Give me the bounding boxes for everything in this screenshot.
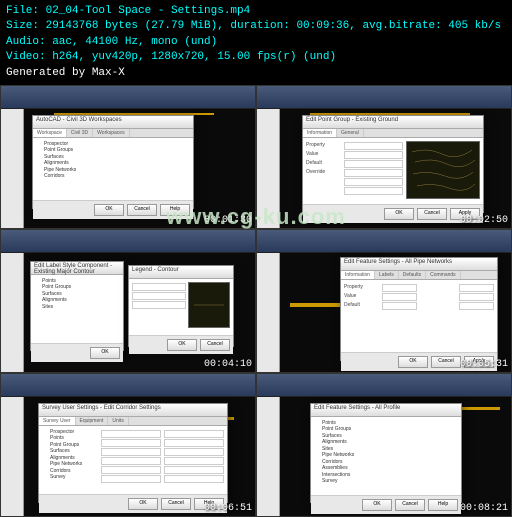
toolspace-sidebar	[257, 109, 280, 229]
thumbnail-grid: AutoCAD - Civil 3D Workspaces Workspace …	[0, 85, 512, 517]
tab-info[interactable]: Information	[341, 271, 375, 279]
dialog-title: Legend - Contour	[129, 266, 233, 279]
dialog-title: AutoCAD - Civil 3D Workspaces	[33, 116, 193, 129]
dialog-title: Edit Feature Settings - All Profile	[311, 404, 461, 417]
audio-line: Audio: aac, 44100 Hz, mono (und)	[6, 35, 506, 50]
tab-equipment[interactable]: Equipment	[76, 417, 109, 425]
ok-button[interactable]: OK	[90, 347, 120, 359]
cancel-button[interactable]: Cancel	[431, 356, 461, 368]
tab-general[interactable]: General	[337, 129, 364, 137]
timestamp: 00:04:10	[204, 359, 252, 370]
timestamp: 00:08:21	[460, 503, 508, 514]
help-button[interactable]: Help	[160, 204, 190, 216]
tab-labels[interactable]: Labels	[375, 271, 399, 279]
dialog-title: Edit Feature Settings - All Pipe Network…	[341, 258, 497, 271]
cancel-button[interactable]: Cancel	[127, 204, 157, 216]
tab-workspace[interactable]: Workspace	[33, 129, 67, 137]
toolspace-sidebar	[1, 253, 24, 373]
tab-survey[interactable]: Survey User	[39, 417, 76, 425]
tab-info[interactable]: Information	[303, 129, 337, 137]
size-line: Size: 29143768 bytes (27.79 MiB), durati…	[6, 19, 506, 34]
contour-preview	[406, 141, 480, 199]
settings-tree[interactable]: Points Point Groups Surfaces Alignments …	[34, 278, 120, 311]
ok-button[interactable]: OK	[384, 208, 414, 220]
workspaces-dialog[interactable]: AutoCAD - Civil 3D Workspaces Workspace …	[32, 115, 194, 209]
legend-dialog[interactable]: Legend - Contour OK Cancel	[128, 265, 234, 347]
dialog-title: Edit Point Group - Existing Ground	[303, 116, 483, 129]
cancel-button[interactable]: Cancel	[395, 499, 425, 511]
toolspace-sidebar	[1, 397, 24, 517]
tab-units[interactable]: Units	[108, 417, 128, 425]
toolspace-sidebar	[1, 109, 24, 229]
thumbnail-3: Edit Label Style Component - Existing Ma…	[0, 229, 256, 373]
tab-defaults[interactable]: Defaults	[399, 271, 426, 279]
workspace-tree[interactable]: Prospector Point Groups Surfaces Alignme…	[36, 141, 190, 180]
app-ribbon	[1, 230, 255, 253]
thumbnail-6: Edit Feature Settings - All Profile Poin…	[256, 373, 512, 517]
ok-button[interactable]: OK	[167, 339, 197, 351]
toolspace-sidebar	[257, 397, 280, 517]
thumbnail-2: Edit Point Group - Existing Ground Infor…	[256, 85, 512, 229]
tab-civil3d[interactable]: Civil 3D	[67, 129, 93, 137]
app-ribbon	[1, 86, 255, 109]
timestamp: 00:02:50	[460, 215, 508, 226]
dialog-title: Survey User Settings - Edit Corridor Set…	[39, 404, 227, 417]
thumbnail-4: Edit Feature Settings - All Pipe Network…	[256, 229, 512, 373]
app-ribbon	[257, 86, 511, 109]
ok-button[interactable]: OK	[398, 356, 428, 368]
media-info-header: File: 02_04-Tool Space - Settings.mp4 Si…	[0, 0, 512, 85]
help-button[interactable]: Help	[428, 499, 458, 511]
preview-panel	[188, 282, 230, 328]
video-line: Video: h264, yuv420p, 1280x720, 15.00 fp…	[6, 50, 506, 65]
cancel-button[interactable]: Cancel	[417, 208, 447, 220]
toolspace-sidebar	[257, 253, 280, 373]
ok-button[interactable]: OK	[362, 499, 392, 511]
tab-commands[interactable]: Commands	[426, 271, 461, 279]
feature-settings-dialog[interactable]: Edit Feature Settings - All Pipe Network…	[340, 257, 498, 361]
survey-settings-dialog[interactable]: Survey User Settings - Edit Corridor Set…	[38, 403, 228, 503]
app-ribbon	[1, 374, 255, 397]
settings-tree[interactable]: Points Point Groups Surfaces Alignments …	[314, 420, 458, 485]
ok-button[interactable]: OK	[94, 204, 124, 216]
dialog-title: Edit Label Style Component - Existing Ma…	[31, 262, 123, 275]
thumbnail-5: Survey User Settings - Edit Corridor Set…	[0, 373, 256, 517]
cancel-button[interactable]: Cancel	[200, 339, 230, 351]
generated-line: Generated by Max-X	[6, 66, 506, 81]
timestamp: 00:06:51	[204, 503, 252, 514]
app-ribbon	[257, 374, 511, 397]
label-style-dialog[interactable]: Edit Label Style Component - Existing Ma…	[30, 261, 124, 351]
settings-tree[interactable]: Prospector Points Point Groups Surfaces …	[42, 429, 97, 491]
profile-settings-dialog[interactable]: Edit Feature Settings - All Profile Poin…	[310, 403, 462, 503]
file-line: File: 02_04-Tool Space - Settings.mp4	[6, 4, 506, 19]
tab-workspaces[interactable]: Workspaces	[93, 129, 129, 137]
point-group-dialog[interactable]: Edit Point Group - Existing Ground Infor…	[302, 115, 484, 213]
timestamp: 00:05:31	[460, 359, 508, 370]
thumbnail-1: AutoCAD - Civil 3D Workspaces Workspace …	[0, 85, 256, 229]
app-ribbon	[257, 230, 511, 253]
timestamp: 00:01:30	[204, 215, 252, 226]
